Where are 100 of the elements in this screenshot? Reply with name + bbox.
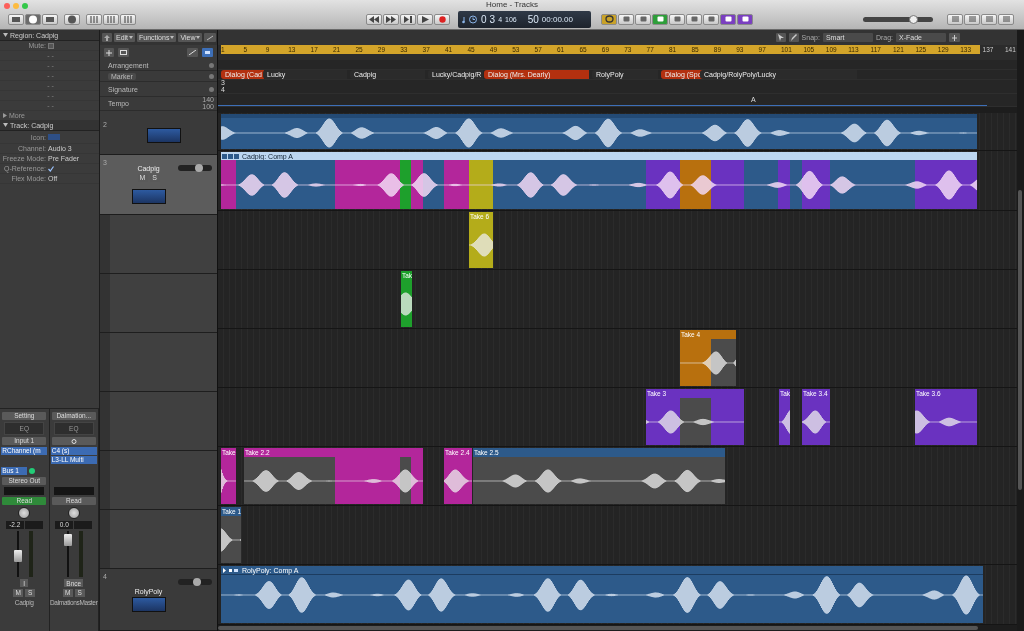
list-button[interactable] <box>947 13 963 25</box>
mark-button[interactable] <box>703 13 719 25</box>
list-icon <box>1001 15 1011 23</box>
square-icon <box>706 15 716 23</box>
comp-segment[interactable] <box>778 160 790 209</box>
volume-slider[interactable] <box>178 165 212 171</box>
pencil-tool-button[interactable] <box>788 33 799 42</box>
waveform-trace <box>469 232 493 257</box>
unused-take-segment[interactable] <box>400 457 411 504</box>
editors-button[interactable] <box>120 13 136 25</box>
caret-icon <box>129 36 134 39</box>
comp-segment[interactable] <box>744 160 778 209</box>
peak-readout <box>24 521 43 529</box>
square-icon <box>672 15 682 23</box>
horizontal-scrollbar[interactable] <box>218 625 1017 631</box>
peak-readout <box>74 521 93 529</box>
caret-icon <box>170 36 175 39</box>
lcd-digit: 0 <box>481 13 487 25</box>
square-icon <box>621 15 631 23</box>
unused-take-segment[interactable] <box>680 398 711 445</box>
rewind-icon <box>369 15 379 23</box>
window-title: Home - Tracks <box>486 0 538 10</box>
add-icon[interactable] <box>209 86 214 92</box>
pointer-icon <box>777 34 784 41</box>
catch-button[interactable] <box>102 33 112 42</box>
rewind-button[interactable] <box>366 13 382 25</box>
comp-segment[interactable] <box>493 160 646 209</box>
metronome-button[interactable] <box>737 13 753 25</box>
comped-take-segment[interactable] <box>779 398 790 445</box>
note-button[interactable] <box>964 13 980 25</box>
waveform-icon <box>131 596 166 612</box>
pan-knob[interactable] <box>67 507 80 519</box>
note-clock-icon <box>462 14 478 24</box>
solo-button[interactable] <box>635 13 651 25</box>
caret-icon <box>196 36 201 39</box>
pointer-tool-button[interactable] <box>775 33 786 42</box>
list-icon <box>984 15 994 23</box>
tuner-button[interactable] <box>618 13 634 25</box>
vertical-scrollbar[interactable] <box>1017 30 1024 631</box>
library-button[interactable] <box>8 13 24 25</box>
square-icon <box>740 15 750 23</box>
master-volume-slider[interactable] <box>863 15 933 23</box>
comped-take-segment[interactable] <box>411 457 423 504</box>
waveform-trace <box>401 291 412 316</box>
circle-icon <box>70 438 77 444</box>
punch-button[interactable] <box>720 13 736 25</box>
pan-knob[interactable] <box>18 507 31 519</box>
comped-take-segment[interactable] <box>335 457 400 504</box>
mixer-button[interactable] <box>103 13 119 25</box>
plus-icon <box>106 49 112 56</box>
count-button[interactable] <box>669 13 685 25</box>
fast-forward-button[interactable] <box>383 13 399 25</box>
loop-button[interactable] <box>981 13 997 25</box>
waveform-zoom-button[interactable] <box>949 33 960 42</box>
pencil-icon <box>790 34 797 41</box>
mute-checkbox[interactable] <box>48 42 54 49</box>
square-icon <box>655 15 665 23</box>
zoom-tool-button[interactable] <box>204 33 217 42</box>
play-icon <box>421 15 429 23</box>
browser-button[interactable] <box>998 13 1014 25</box>
plus-icon <box>951 34 958 41</box>
flex-button[interactable] <box>202 48 213 57</box>
cycle-button[interactable] <box>601 13 617 25</box>
rectangle-icon <box>204 50 211 55</box>
comp-segment[interactable] <box>790 160 802 209</box>
skip-button[interactable] <box>400 13 416 25</box>
cycle-icon <box>604 15 614 23</box>
help-button[interactable] <box>64 13 80 25</box>
volume-slider[interactable] <box>178 579 212 585</box>
add-track-button[interactable] <box>104 48 114 57</box>
lcd-tempo: 50 <box>527 13 539 25</box>
play-button[interactable] <box>417 13 433 25</box>
send-knob[interactable] <box>29 467 36 474</box>
fast-forward-icon <box>386 15 396 23</box>
lcd-time: 00:00.00 <box>541 14 573 24</box>
diagonal-line-icon <box>189 50 196 55</box>
folder-button[interactable] <box>118 48 129 57</box>
comp-controls-icon[interactable] <box>223 567 239 573</box>
record-icon <box>438 15 446 23</box>
inspector-button[interactable] <box>25 13 41 25</box>
up-arrow-icon <box>104 34 110 41</box>
record-button[interactable] <box>434 13 450 25</box>
catch-playhead-button[interactable] <box>187 48 198 57</box>
toolbar-button[interactable] <box>42 13 58 25</box>
waveform-trace <box>221 527 241 552</box>
diagonal-line-icon <box>206 34 215 41</box>
tempo-button[interactable] <box>686 13 702 25</box>
comp-controls-icon[interactable] <box>221 153 239 159</box>
comp-segment[interactable] <box>830 160 915 209</box>
lcd-digit: 3 <box>489 13 496 25</box>
link-button[interactable] <box>51 437 96 445</box>
checkbox-icon[interactable] <box>48 165 54 172</box>
comped-take-segment[interactable] <box>680 339 711 386</box>
unused-take-segment[interactable] <box>473 457 725 504</box>
smart-button[interactable] <box>86 13 102 25</box>
waveform-icon <box>131 189 166 204</box>
skip-icon <box>404 15 412 23</box>
replace-button[interactable] <box>652 13 668 25</box>
disclosure-triangle-icon[interactable] <box>3 33 8 37</box>
square-icon <box>723 15 733 23</box>
